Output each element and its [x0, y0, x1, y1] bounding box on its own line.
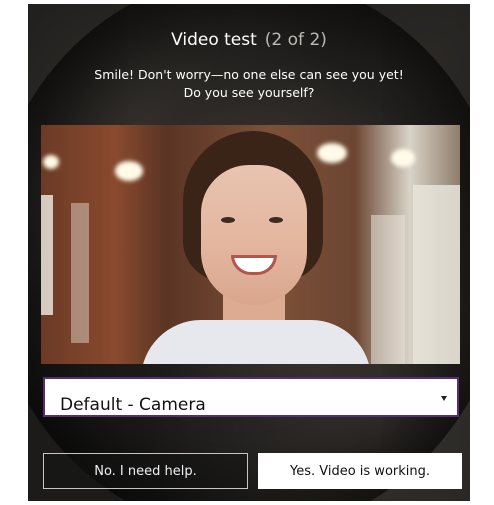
- camera-preview: [41, 125, 460, 364]
- dialog-title: Video test: [171, 30, 257, 50]
- background-panel: [41, 195, 53, 315]
- person-eye: [269, 217, 283, 223]
- step-indicator: (2 of 2): [264, 30, 327, 50]
- person-face: [201, 165, 307, 305]
- person-shirt: [141, 320, 371, 364]
- bokeh-light: [115, 161, 143, 181]
- chevron-down-icon: [441, 396, 447, 401]
- camera-select-value: Default - Camera: [60, 395, 206, 415]
- background-panel: [71, 203, 89, 343]
- background-panel: [413, 185, 460, 364]
- video-working-button[interactable]: Yes. Video is working.: [258, 453, 462, 489]
- bokeh-light: [43, 155, 59, 169]
- need-help-button[interactable]: No. I need help.: [43, 453, 248, 489]
- dialog-subtitle: Smile! Don't worry—no one else can see y…: [28, 66, 470, 102]
- subtitle-line-1: Smile! Don't worry—no one else can see y…: [94, 67, 404, 82]
- dialog-title-row: Video test (2 of 2): [28, 30, 470, 50]
- bokeh-light: [391, 149, 415, 167]
- camera-select[interactable]: Default - Camera: [43, 377, 459, 417]
- subtitle-line-2: Do you see yourself?: [183, 85, 315, 100]
- bokeh-light: [317, 143, 347, 163]
- video-test-dialog: Video test (2 of 2) Smile! Don't worry—no…: [28, 4, 470, 501]
- background-panel: [371, 215, 405, 364]
- person-eye: [221, 217, 235, 223]
